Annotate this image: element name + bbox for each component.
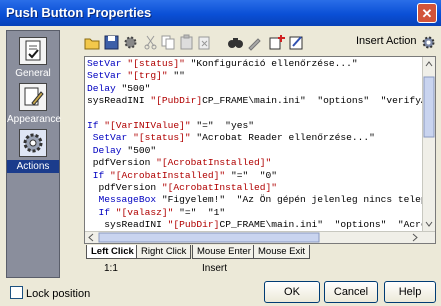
- code-token: pdfVersion: [87, 157, 157, 169]
- lock-position-label: Lock position: [26, 288, 91, 300]
- sidebar-item-actions[interactable]: Actions: [7, 129, 59, 173]
- sidebar-label-actions: Actions: [7, 160, 59, 173]
- vertical-scrollbar[interactable]: [422, 57, 435, 232]
- code-token: "[PubDir]: [150, 95, 203, 107]
- code-token: Delay: [87, 144, 128, 156]
- code-token: SetVar: [87, 70, 128, 82]
- lock-position-checkbox[interactable]: Lock position: [10, 286, 90, 300]
- code-token: "=" "yes": [190, 119, 254, 131]
- gear-tool-icon[interactable]: [122, 34, 139, 51]
- tab-left-click[interactable]: Left Click: [86, 245, 139, 259]
- code-token: If: [87, 119, 105, 131]
- code-token: "[AcrobatInstalled]": [156, 157, 272, 169]
- cancel-button[interactable]: Cancel: [324, 281, 378, 303]
- code-line[interactable]: If "[VarINIValue]" "=" "yes": [87, 119, 435, 132]
- replace-icon[interactable]: [246, 34, 263, 51]
- code-line[interactable]: SetVar "[status]" "Konfiguráció ellenőrz…: [87, 58, 435, 70]
- code-line[interactable]: MessageBox "Figyelem!" "Az Ön gépén jele…: [87, 194, 436, 206]
- code-token: "Konfiguráció ellenőrzése...": [184, 58, 358, 69]
- ok-button[interactable]: OK: [264, 281, 320, 303]
- find-icon[interactable]: [227, 34, 244, 51]
- delete-icon[interactable]: [196, 34, 213, 51]
- insert-action-tool-icon[interactable]: [268, 34, 285, 51]
- open-folder-icon[interactable]: [84, 34, 101, 51]
- code-token: "[status]": [133, 132, 191, 144]
- gear-icon: [19, 129, 47, 157]
- title-bar: Push Button Properties ✕: [0, 0, 441, 26]
- window-title: Push Button Properties: [6, 5, 152, 20]
- help-button[interactable]: Help: [384, 281, 436, 303]
- code-token: CP_FRAME\main.ini" "options" "Acrobat: [219, 219, 436, 231]
- code-line[interactable]: pdfVersion "[AcrobatInstalled]": [87, 181, 435, 194]
- code-line[interactable]: SetVar "[status]" "Acrobat Reader ellenő…: [87, 132, 435, 144]
- code-token: "500": [127, 144, 157, 156]
- code-line[interactable]: Delay "500": [87, 144, 435, 157]
- code-line[interactable]: pdfVersion "[AcrobatInstalled]": [87, 157, 435, 169]
- code-token: "[trg]": [127, 70, 168, 82]
- category-sidebar: General Appearance Actions: [6, 30, 61, 278]
- code-line[interactable]: If "[AcrobatInstalled]" "=" "0": [87, 169, 435, 182]
- code-token: CP_FRAME\main.ini" "options" "verifyAcro: [202, 95, 436, 107]
- save-icon[interactable]: [103, 34, 120, 51]
- document-check-icon: [19, 37, 47, 65]
- insert-action-label[interactable]: Insert Action: [356, 35, 417, 47]
- tab-right-click[interactable]: Right Click: [136, 245, 192, 259]
- toolbar: Insert Action: [84, 32, 436, 54]
- code-token: SetVar: [87, 132, 134, 144]
- script-code[interactable]: SetVar "[status]" "Konfiguráció ellenőrz…: [87, 58, 436, 243]
- paste-icon[interactable]: [178, 34, 195, 51]
- code-token: "[AcrobatInstalled]": [161, 181, 277, 193]
- code-token: If: [87, 206, 116, 218]
- code-line[interactable]: If "[valasz]" "=" "1": [87, 206, 435, 219]
- code-token: Delay: [87, 82, 122, 94]
- horizontal-scrollbar[interactable]: [85, 231, 435, 243]
- insert-action-gear-icon[interactable]: [420, 34, 437, 51]
- cursor-position: 1:1: [104, 263, 118, 274]
- sidebar-item-general[interactable]: General: [7, 37, 59, 79]
- code-line[interactable]: sysReadINI "[PubDir]CP_FRAME\main.ini" "…: [87, 219, 436, 231]
- close-button[interactable]: ✕: [417, 3, 437, 23]
- sidebar-label-general: General: [15, 68, 51, 79]
- script-editor[interactable]: SetVar "[status]" "Konfiguráció ellenőrz…: [84, 56, 436, 244]
- properties-icon[interactable]: [288, 34, 305, 51]
- edit-icon: [19, 83, 47, 111]
- cut-icon[interactable]: [142, 34, 159, 51]
- code-token: "500": [121, 82, 151, 94]
- code-token: sysReadINI: [87, 95, 151, 107]
- code-token: "=" "0": [225, 169, 278, 181]
- code-line[interactable]: sysReadINI "[PubDir]CP_FRAME\main.ini" "…: [87, 95, 436, 107]
- code-token: sysReadINI: [87, 219, 168, 231]
- code-token: If: [87, 169, 111, 181]
- edit-mode: Insert: [202, 263, 228, 274]
- checkbox-box[interactable]: [10, 286, 23, 299]
- code-token: "[PubDir]: [167, 219, 220, 231]
- code-token: "[valasz]": [115, 206, 174, 218]
- code-line[interactable]: SetVar "[trg]" "": [87, 70, 435, 82]
- code-token: "[status]": [127, 58, 185, 69]
- code-token: SetVar: [87, 58, 128, 69]
- copy-icon[interactable]: [160, 34, 177, 51]
- sidebar-item-appearance[interactable]: Appearance: [7, 83, 61, 125]
- code-line[interactable]: [87, 108, 435, 120]
- code-token: pdfVersion: [87, 181, 162, 193]
- code-line[interactable]: Delay "500": [87, 82, 435, 95]
- code-token: "[AcrobatInstalled]": [110, 169, 226, 181]
- code-token: "[VarINIValue]": [104, 119, 191, 131]
- code-token: "=" "1": [173, 206, 226, 218]
- tab-mouse-enter[interactable]: Mouse Enter: [192, 245, 256, 259]
- code-token: "Figyelem!" "Az Ön gépén jelenleg nincs …: [161, 194, 436, 206]
- code-token: "": [167, 70, 185, 82]
- sidebar-label-appearance: Appearance: [7, 114, 61, 125]
- tab-mouse-exit[interactable]: Mouse Exit: [253, 245, 310, 259]
- code-token: "Acrobat Reader ellenőrzése...": [190, 132, 375, 144]
- code-token: MessageBox: [87, 194, 162, 206]
